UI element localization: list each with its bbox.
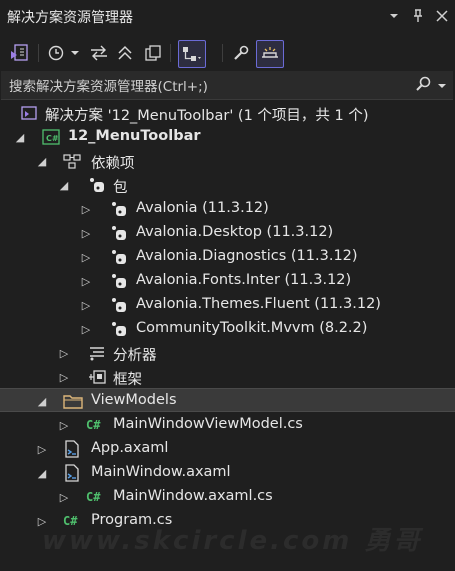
tree-node-solution[interactable]: 解决方案 '12_MenuToolbar' (1 个项目，共 1 个) (0, 101, 455, 125)
sync-arrows-icon (91, 45, 107, 61)
solution-explorer-toolbar (0, 36, 455, 70)
viewmodels-folder-label: ViewModels (91, 392, 177, 408)
watermark: www.skcircle.com 勇哥 (42, 526, 423, 556)
nuget-package-icon (110, 248, 128, 266)
collapse-all-button[interactable] (114, 40, 136, 66)
nuget-package-icon (88, 176, 106, 194)
close-icon[interactable] (435, 8, 449, 24)
pending-changes-filter-button[interactable] (46, 40, 82, 66)
analyzers-label: 分析器 (113, 348, 157, 364)
tree-node-project[interactable]: ◢ C# 12_MenuToolbar (0, 125, 455, 149)
switch-views-button[interactable] (8, 40, 30, 66)
package-label: Avalonia.Desktop (11.3.12) (136, 224, 334, 240)
show-all-files-button[interactable] (142, 40, 164, 66)
packages-label: 包 (113, 180, 128, 196)
tree-node-file[interactable]: ▷ App.axaml (0, 437, 455, 461)
vs-solution-icon (11, 44, 28, 61)
tree-node-frameworks[interactable]: ▷ 框架 (0, 365, 455, 389)
package-label: CommunityToolkit.Mvvm (8.2.2) (136, 320, 368, 336)
solution-icon (20, 104, 38, 122)
dependencies-label: 依赖项 (91, 156, 135, 172)
collapse-arrow-icon[interactable]: ◢ (36, 466, 48, 480)
expand-arrow-icon[interactable]: ▷ (80, 250, 92, 264)
file-label: App.axaml (91, 440, 169, 456)
tree-node-package[interactable]: ▷ Avalonia.Themes.Fluent (11.3.12) (0, 293, 455, 317)
preview-icon (262, 47, 278, 58)
sync-with-active-document-button[interactable] (88, 40, 110, 66)
tree-node-file[interactable]: ▷ C# MainWindow.axaml.cs (0, 485, 455, 509)
search-input[interactable]: 搜索解决方案资源管理器(Ctrl+;) (9, 75, 208, 95)
axaml-file-icon (63, 464, 81, 482)
csharp-file-icon: C# (86, 418, 101, 432)
properties-button[interactable] (230, 40, 252, 66)
search-box[interactable]: 搜索解决方案资源管理器(Ctrl+;) (1, 71, 453, 100)
csharp-project-icon: C# (42, 128, 60, 146)
expand-arrow-icon[interactable]: ▷ (58, 346, 70, 360)
project-label: 12_MenuToolbar (68, 128, 201, 144)
expand-arrow-icon[interactable]: ▷ (80, 226, 92, 240)
expand-arrow-icon[interactable]: ▷ (80, 298, 92, 312)
package-label: Avalonia (11.3.12) (136, 200, 269, 216)
expand-arrow-icon[interactable]: ▷ (80, 202, 92, 216)
expand-arrow-icon[interactable]: ▷ (58, 490, 70, 504)
search-icon[interactable] (415, 76, 431, 96)
svg-text:C#: C# (46, 134, 59, 143)
nuget-package-icon (110, 200, 128, 218)
collapse-arrow-icon[interactable]: ◢ (36, 394, 48, 408)
tree-node-file[interactable]: ▷ C# MainWindowViewModel.cs (0, 413, 455, 437)
nuget-package-icon (110, 320, 128, 338)
collapse-arrow-icon[interactable]: ◢ (14, 130, 26, 144)
tree-node-dependencies[interactable]: ◢ 依赖项 (0, 149, 455, 173)
expand-arrow-icon[interactable]: ▷ (36, 442, 48, 456)
expand-arrow-icon[interactable]: ▷ (58, 418, 70, 432)
tree-node-package[interactable]: ▷ CommunityToolkit.Mvvm (8.2.2) (0, 317, 455, 341)
history-clock-icon (48, 45, 79, 61)
copy-pages-icon (145, 45, 161, 61)
collapse-arrow-icon[interactable]: ◢ (36, 154, 48, 168)
nuget-package-icon (110, 224, 128, 242)
package-label: Avalonia.Fonts.Inter (11.3.12) (136, 272, 352, 288)
framework-icon (88, 368, 106, 386)
solution-label: 解决方案 '12_MenuToolbar' (1 个项目，共 1 个) (45, 108, 369, 124)
expand-arrow-icon[interactable]: ▷ (80, 322, 92, 336)
collapse-arrow-icon[interactable]: ◢ (58, 178, 70, 192)
collapse-all-icon (118, 45, 132, 60)
wrench-icon (234, 45, 249, 60)
panel-titlebar: 解决方案资源管理器 (0, 0, 455, 34)
tree-node-packages[interactable]: ◢ 包 (0, 173, 455, 197)
hierarchy-icon (183, 47, 201, 61)
package-label: Avalonia.Diagnostics (11.3.12) (136, 248, 358, 264)
tree-node-file[interactable]: ◢ MainWindow.axaml (0, 461, 455, 485)
file-label: MainWindow.axaml (91, 464, 231, 480)
tree-node-package[interactable]: ▷ Avalonia.Desktop (11.3.12) (0, 221, 455, 245)
dependencies-icon (63, 152, 81, 170)
package-label: Avalonia.Themes.Fluent (11.3.12) (136, 296, 381, 312)
panel-title: 解决方案资源管理器 (7, 10, 133, 26)
file-label: MainWindow.axaml.cs (113, 488, 273, 504)
csharp-file-icon: C# (86, 490, 101, 504)
tree-node-analyzers[interactable]: ▷ 分析器 (0, 341, 455, 365)
frameworks-label: 框架 (113, 372, 142, 388)
nuget-package-icon (110, 296, 128, 314)
pin-icon[interactable] (411, 8, 425, 24)
preview-selected-items-button[interactable] (256, 40, 284, 68)
analyzer-icon (88, 344, 106, 362)
file-label: MainWindowViewModel.cs (113, 416, 303, 432)
search-options-dropdown-icon[interactable] (437, 79, 447, 94)
tree-node-package[interactable]: ▷ Avalonia.Fonts.Inter (11.3.12) (0, 269, 455, 293)
panel-title-controls (387, 8, 449, 24)
view-class-diagram-button[interactable] (178, 40, 206, 68)
tree-node-package[interactable]: ▷ Avalonia (11.3.12) (0, 197, 455, 221)
tree-node-viewmodels-folder[interactable]: ◢ ViewModels (0, 388, 455, 412)
nuget-package-icon (110, 272, 128, 290)
tree-node-package[interactable]: ▷ Avalonia.Diagnostics (11.3.12) (0, 245, 455, 269)
window-position-dropdown-icon[interactable] (387, 8, 401, 24)
expand-arrow-icon[interactable]: ▷ (58, 370, 70, 384)
axaml-file-icon (63, 440, 81, 458)
expand-arrow-icon[interactable]: ▷ (80, 274, 92, 288)
folder-icon (63, 392, 83, 410)
